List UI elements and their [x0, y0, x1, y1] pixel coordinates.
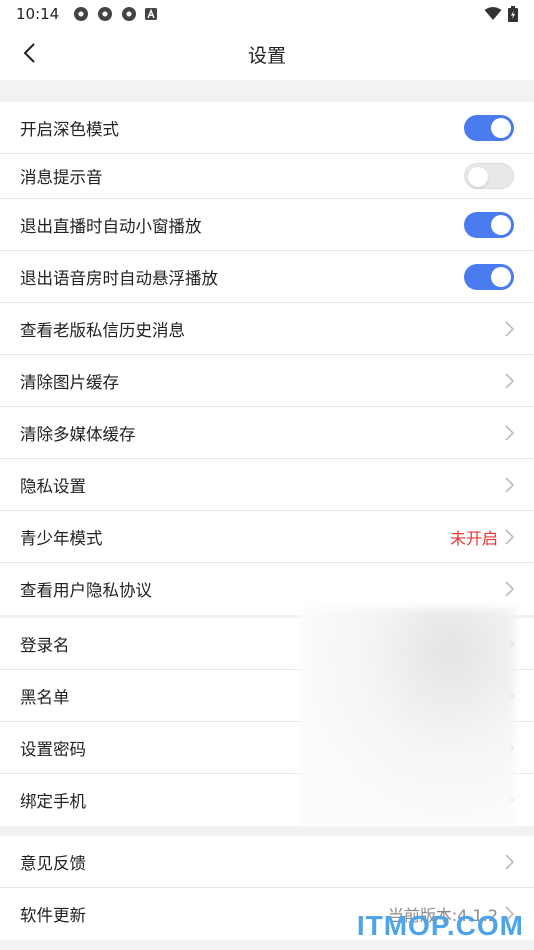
message-sound-toggle[interactable] — [464, 163, 514, 189]
page-title: 设置 — [247, 44, 286, 67]
row-old-messages[interactable]: 查看老版私信历史消息 — [0, 303, 534, 355]
row-clear-media-cache[interactable]: 清除多媒体缓存 — [0, 407, 534, 459]
row-label: 设置密码 — [20, 739, 86, 759]
row-dark-mode[interactable]: 开启深色模式 — [0, 102, 534, 154]
wifi-icon — [484, 7, 502, 20]
row-label: 清除多媒体缓存 — [20, 424, 136, 444]
dark-mode-toggle[interactable] — [464, 114, 514, 141]
chevron-right-icon — [505, 581, 515, 597]
row-label: 青少年模式 — [20, 528, 103, 548]
battery-icon — [508, 6, 518, 22]
status-bar: 10:14 — [0, 0, 534, 28]
row-label: 退出语音房时自动悬浮播放 — [20, 268, 218, 288]
chevron-right-icon — [505, 424, 515, 441]
live-mini-window-toggle[interactable] — [464, 211, 514, 238]
settings-group-general: 开启深色模式 消息提示音 退出直播时自动小窗播放 退出语音房时自动悬浮播放 查看… — [0, 102, 534, 615]
status-time: 10:14 — [16, 5, 60, 23]
row-label: 隐私设置 — [20, 476, 86, 496]
row-message-sound[interactable]: 消息提示音 — [0, 154, 534, 199]
row-label: 意见反馈 — [20, 853, 86, 873]
app-notification-icon — [122, 7, 137, 21]
chevron-right-icon — [505, 372, 515, 389]
watermark-logo: ITMOP.COM — [356, 910, 524, 941]
a-notification-icon — [145, 8, 158, 20]
back-button[interactable] — [14, 38, 44, 68]
row-label: 开启深色模式 — [20, 119, 119, 139]
row-label: 登录名 — [20, 635, 70, 655]
row-label: 查看用户隐私协议 — [20, 581, 152, 600]
back-arrow-icon — [23, 43, 35, 63]
row-label: 绑定手机 — [20, 792, 86, 811]
chevron-right-icon — [505, 320, 515, 337]
chevron-right-icon — [505, 476, 515, 493]
row-label: 消息提示音 — [20, 168, 103, 187]
row-label: 软件更新 — [20, 906, 86, 925]
row-voice-room-float[interactable]: 退出语音房时自动悬浮播放 — [0, 251, 534, 303]
row-live-mini-window[interactable]: 退出直播时自动小窗播放 — [0, 199, 534, 251]
app-bar: 设置 — [0, 28, 534, 80]
row-label: 查看老版私信历史消息 — [20, 320, 185, 340]
row-feedback[interactable]: 意见反馈 — [0, 836, 534, 888]
row-clear-image-cache[interactable]: 清除图片缓存 — [0, 355, 534, 407]
app-notification-icon — [74, 7, 89, 21]
chevron-right-icon — [505, 528, 515, 545]
app-notification-icon — [98, 7, 113, 21]
row-privacy-settings[interactable]: 隐私设置 — [0, 459, 534, 511]
row-label: 退出直播时自动小窗播放 — [20, 216, 202, 236]
chevron-right-icon — [505, 853, 515, 870]
notification-icons — [73, 6, 158, 22]
row-teen-mode[interactable]: 青少年模式 未开启 — [0, 511, 534, 563]
blurred-region — [300, 608, 515, 824]
voice-room-float-toggle[interactable] — [464, 263, 514, 290]
row-label: 黑名单 — [20, 687, 70, 707]
teen-mode-status: 未开启 — [449, 528, 498, 548]
row-label: 清除图片缓存 — [20, 372, 119, 392]
